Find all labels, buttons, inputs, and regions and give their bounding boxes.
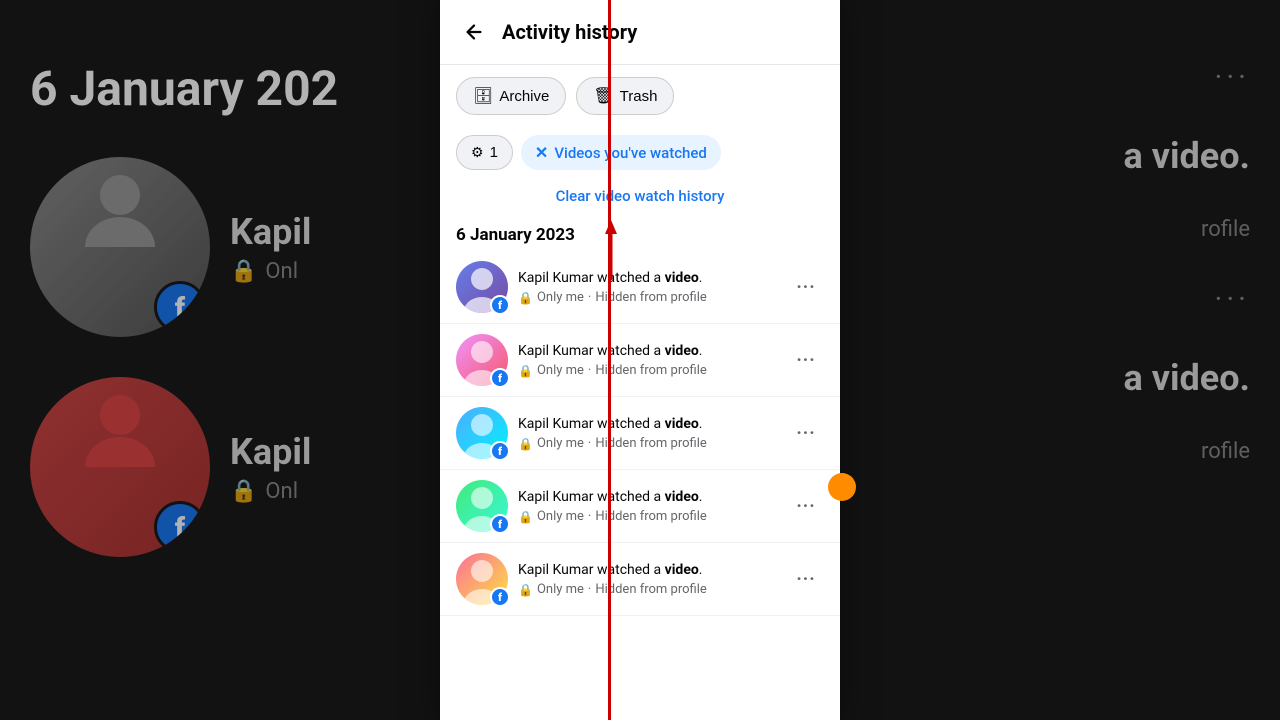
hidden-from-profile-4: Hidden from profile (595, 509, 706, 524)
archive-button[interactable]: 🗄 Archive (456, 77, 566, 115)
activity-history-panel: Activity history 🗄 Archive 🗑 Trash ⚙ 1 ✕… (440, 0, 840, 720)
visibility-3: Only me (537, 436, 584, 451)
bg-person-name-2: Kapil (230, 431, 311, 473)
activity-meta-1: 🔒 Only me · Hidden from profile (518, 290, 788, 305)
activity-content-3: Kapil Kumar watched a video. 🔒 Only me ·… (518, 415, 788, 452)
bg-lock-1: 🔒 (230, 259, 257, 284)
bg-only-1: Onl (265, 259, 298, 284)
bg-sub-1: 🔒 Onl (230, 259, 311, 284)
activity-meta-2: 🔒 Only me · Hidden from profile (518, 363, 788, 378)
archive-icon: 🗄 (473, 86, 493, 106)
activity-content-4: Kapil Kumar watched a video. 🔒 Only me ·… (518, 488, 788, 525)
filter-count: 1 (490, 144, 498, 161)
bg-fb-badge-1: f (154, 281, 206, 333)
more-button-3[interactable]: ··· (788, 415, 824, 451)
archive-label: Archive (499, 88, 549, 105)
page-title: Activity history (502, 20, 637, 44)
activity-meta-5: 🔒 Only me · Hidden from profile (518, 582, 788, 597)
bg-right-video-2: a video. (1124, 357, 1250, 399)
fb-badge-1: f (490, 295, 510, 315)
avatar-wrap-1: f (456, 261, 508, 313)
activity-item: f Kapil Kumar watched a video. 🔒 Only me… (440, 397, 840, 470)
hidden-from-profile-2: Hidden from profile (595, 363, 706, 378)
filter-tag-label: Videos you've watched (554, 144, 707, 162)
hidden-from-profile-3: Hidden from profile (595, 436, 706, 451)
activity-item: f Kapil Kumar watched a video. 🔒 Only me… (440, 324, 840, 397)
trash-icon: 🗑 (593, 86, 613, 106)
fb-badge-2: f (490, 368, 510, 388)
activity-text-5: Kapil Kumar watched a video. (518, 561, 788, 581)
sep-1: · (588, 290, 591, 305)
more-button-2[interactable]: ··· (788, 342, 824, 378)
bg-sub-2: 🔒 Onl (230, 479, 311, 504)
lock-icon-1: 🔒 (518, 291, 533, 305)
avatar-wrap-5: f (456, 553, 508, 605)
visibility-5: Only me (537, 582, 584, 597)
filter-icon: ⚙ (471, 144, 484, 161)
activity-content-1: Kapil Kumar watched a video. 🔒 Only me ·… (518, 269, 788, 306)
fb-badge-3: f (490, 441, 510, 461)
more-button-5[interactable]: ··· (788, 561, 824, 597)
activity-list: f Kapil Kumar watched a video. 🔒 Only me… (440, 251, 840, 720)
sep-4: · (588, 509, 591, 524)
activity-item: f Kapil Kumar watched a video. 🔒 Only me… (440, 251, 840, 324)
activity-text-4: Kapil Kumar watched a video. (518, 488, 788, 508)
fb-badge-4: f (490, 514, 510, 534)
filter-tag[interactable]: ✕ Videos you've watched (521, 135, 721, 170)
clear-history-link[interactable]: Clear video watch history (556, 187, 725, 205)
visibility-4: Only me (537, 509, 584, 524)
sep-3: · (588, 436, 591, 451)
activity-text-1: Kapil Kumar watched a video. (518, 269, 788, 289)
hidden-from-profile-1: Hidden from profile (595, 290, 706, 305)
lock-icon-4: 🔒 (518, 510, 533, 524)
lock-icon-3: 🔒 (518, 437, 533, 451)
bg-date: 6 January 202 (30, 60, 338, 117)
clear-link-row: Clear video watch history (440, 178, 840, 217)
more-button-1[interactable]: ··· (788, 269, 824, 305)
sep-2: · (588, 363, 591, 378)
bg-only-2: Onl (265, 479, 298, 504)
date-section-label: 6 January 2023 (440, 217, 840, 251)
filter-row: ⚙ 1 ✕ Videos you've watched (440, 127, 840, 178)
sep-5: · (588, 582, 591, 597)
activity-meta-3: 🔒 Only me · Hidden from profile (518, 436, 788, 451)
back-button[interactable] (456, 14, 492, 50)
bg-avatar-2: f (30, 377, 210, 557)
lock-icon-2: 🔒 (518, 364, 533, 378)
activity-content-2: Kapil Kumar watched a video. 🔒 Only me ·… (518, 342, 788, 379)
bg-avatar-1: f (30, 157, 210, 337)
visibility-1: Only me (537, 290, 584, 305)
bg-right-video: a video. (1124, 135, 1250, 177)
fb-badge-5: f (490, 587, 510, 607)
avatar-wrap-3: f (456, 407, 508, 459)
activity-content-5: Kapil Kumar watched a video. 🔒 Only me ·… (518, 561, 788, 598)
hidden-from-profile-5: Hidden from profile (595, 582, 706, 597)
action-buttons-row: 🗄 Archive 🗑 Trash (440, 65, 840, 127)
activity-item: f Kapil Kumar watched a video. 🔒 Only me… (440, 470, 840, 543)
activity-item: f Kapil Kumar watched a video. 🔒 Only me… (440, 543, 840, 616)
filter-tag-x[interactable]: ✕ (535, 143, 548, 162)
bg-lock-2: 🔒 (230, 479, 257, 504)
more-button-4[interactable]: ··· (788, 488, 824, 524)
filter-count-button[interactable]: ⚙ 1 (456, 135, 513, 170)
lock-icon-5: 🔒 (518, 583, 533, 597)
activity-text-2: Kapil Kumar watched a video. (518, 342, 788, 362)
activity-text-3: Kapil Kumar watched a video. (518, 415, 788, 435)
visibility-2: Only me (537, 363, 584, 378)
trash-label: Trash (620, 88, 658, 105)
bg-right-dots-top: ··· (1214, 60, 1250, 95)
bg-right-profile: rofile (1201, 217, 1250, 242)
avatar-wrap-2: f (456, 334, 508, 386)
trash-button[interactable]: 🗑 Trash (576, 77, 674, 115)
avatar-wrap-4: f (456, 480, 508, 532)
modal-header: Activity history (440, 0, 840, 65)
activity-meta-4: 🔒 Only me · Hidden from profile (518, 509, 788, 524)
bg-right-dots-mid: ··· (1214, 282, 1250, 317)
bg-fb-badge-2: f (154, 501, 206, 553)
bg-right-profile-2: rofile (1201, 439, 1250, 464)
bg-person-name-1: Kapil (230, 211, 311, 253)
